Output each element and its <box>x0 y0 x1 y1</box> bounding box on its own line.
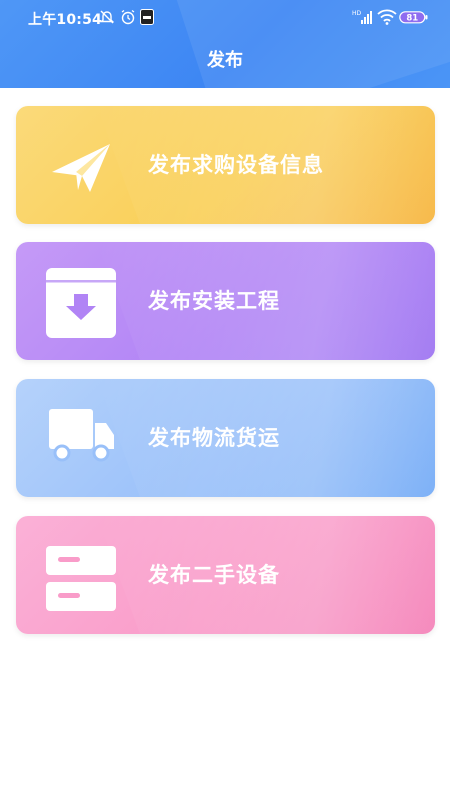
signal-icon: HD <box>352 10 372 24</box>
publish-purchase-card[interactable]: 发布求购设备信息 <box>16 106 435 224</box>
wifi-icon <box>377 9 397 25</box>
alarm-icon <box>121 9 135 25</box>
download-box-icon <box>46 268 116 338</box>
app-notification-icon <box>140 9 154 25</box>
drawer-icon <box>46 546 116 611</box>
bell-muted-icon <box>100 10 114 24</box>
status-time: 上午10:54 <box>28 12 102 28</box>
status-bar: 上午10:54 HD 81 <box>0 0 450 34</box>
card-label: 发布求购设备信息 <box>148 153 324 177</box>
card-label: 发布物流货运 <box>148 426 280 450</box>
publish-installation-card[interactable]: 发布安装工程 <box>16 242 435 360</box>
network-type: HD <box>352 10 362 17</box>
publish-logistics-card[interactable]: 发布物流货运 <box>16 379 435 497</box>
truck-icon <box>49 409 114 462</box>
app-header: 上午10:54 HD 81 发布 <box>0 0 450 88</box>
paper-plane-icon <box>52 144 110 192</box>
battery-level: 81 <box>406 14 418 24</box>
card-label: 发布二手设备 <box>148 563 280 587</box>
page-title: 发布 <box>207 50 243 71</box>
publish-second-hand-card[interactable]: 发布二手设备 <box>16 516 435 634</box>
battery-icon: 81 <box>399 11 428 24</box>
card-label: 发布安装工程 <box>148 289 280 313</box>
